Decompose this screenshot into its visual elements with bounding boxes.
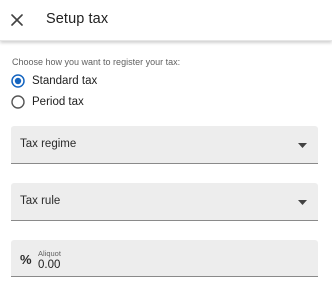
setup-tax-dialog: Setup tax Choose how you want to registe… <box>0 0 332 297</box>
dialog-header: Setup tax <box>0 0 332 41</box>
registration-prompt: Choose how you want to register your tax… <box>12 57 181 67</box>
radio-selected-icon[interactable] <box>11 74 25 88</box>
tax-regime-select[interactable]: Tax regime <box>11 126 318 164</box>
close-icon <box>11 14 23 26</box>
radio-period-tax-label: Period tax <box>32 96 84 108</box>
dropdown-arrow-icon <box>298 200 307 205</box>
tax-rule-select[interactable]: Tax rule <box>11 183 318 221</box>
aliquot-field[interactable]: % Aliquot <box>11 240 318 277</box>
close-button[interactable] <box>6 9 28 31</box>
radio-unselected-icon[interactable] <box>11 95 25 109</box>
radio-standard-tax[interactable]: Standard tax <box>11 73 97 89</box>
dialog-title: Setup tax <box>46 11 109 27</box>
aliquot-input[interactable] <box>38 259 238 271</box>
tax-rule-label: Tax rule <box>20 195 61 207</box>
dropdown-arrow-icon <box>298 143 307 148</box>
aliquot-label: Aliquot <box>38 249 61 258</box>
percent-icon: % <box>20 252 32 267</box>
radio-period-tax[interactable]: Period tax <box>11 94 84 110</box>
radio-standard-tax-label: Standard tax <box>32 75 98 87</box>
tax-regime-label: Tax regime <box>20 138 77 150</box>
